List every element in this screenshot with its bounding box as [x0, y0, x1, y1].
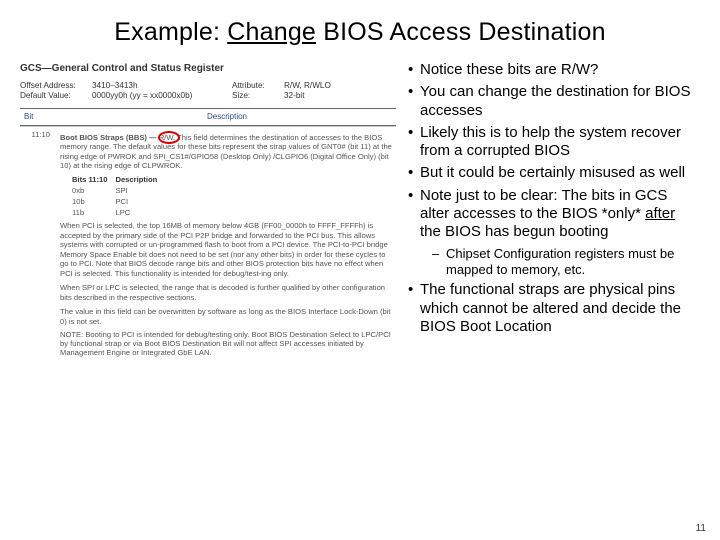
bullet-item: But it could be certainly misused as wel…: [406, 164, 700, 182]
mini-cell: 11b: [72, 208, 115, 219]
mini-cell: 0xb: [72, 186, 115, 197]
note-block: NOTE: Booting to PCI is intended for deb…: [60, 331, 392, 357]
bbs-label: Boot BIOS Straps (BBS) —: [60, 133, 159, 142]
mini-cell: PCI: [115, 197, 165, 208]
offset-value: 3410–3413h: [92, 81, 232, 90]
bullet-item: Notice these bits are R/W?: [406, 61, 700, 79]
register-spec: GCS—General Control and Status Register …: [20, 61, 396, 363]
bullet-item-note: Note just to be clear: The bits in GCS a…: [406, 187, 700, 278]
title-underlined: Change: [227, 18, 316, 46]
mini-th-bits: Bits 11:10: [72, 175, 115, 186]
pci-paragraph: When PCI is selected, the top 16MB of me…: [60, 221, 392, 278]
attr-row: Default Value: 0000yy0h (yy = xx0000x0b)…: [20, 91, 396, 100]
note-pre: Note just to be clear: The bits in GCS a…: [420, 187, 667, 222]
sub-bullet-list: Chipset Configuration registers must be …: [420, 246, 700, 278]
size-value: 32-bit: [284, 91, 304, 100]
override-paragraph: The value in this field can be overwritt…: [60, 307, 392, 326]
offset-label: Offset Address:: [20, 81, 92, 90]
sub-bullet-item: Chipset Configuration registers must be …: [420, 246, 700, 278]
default-label: Default Value:: [20, 91, 92, 100]
bbs-rw: R/W.: [159, 133, 175, 142]
table-header: Bit Description: [20, 109, 396, 125]
bullet-item: Likely this is to help the system recove…: [406, 124, 700, 161]
note-text: Booting to PCI is intended for debug/tes…: [60, 330, 391, 356]
bullet-item: The functional straps are physical pins …: [406, 281, 700, 336]
mini-cell: LPC: [115, 208, 165, 219]
bullet-column: Notice these bits are R/W? You can chang…: [406, 61, 700, 363]
slide-title: Example: Change BIOS Access Destination: [20, 18, 700, 47]
attr-row: Offset Address: 3410–3413h Attribute: R/…: [20, 81, 396, 90]
register-table: Bit Description 11:10 Boot BIOS Straps (…: [20, 108, 396, 363]
mini-cell: 10b: [72, 197, 115, 208]
size-label: Size:: [232, 91, 284, 100]
note-post: the BIOS has begun booting: [420, 223, 608, 240]
mini-th-desc: Description: [115, 175, 165, 186]
attribute-value: R/W, R/WLO: [284, 81, 331, 90]
bbs-paragraph: Boot BIOS Straps (BBS) — R/W. This field…: [60, 133, 392, 171]
attribute-label: Attribute:: [232, 81, 284, 90]
bullet-item: You can change the destination for BIOS …: [406, 83, 700, 120]
encoding-table: Bits 11:10Description 0xbSPI 10bPCI 11bL…: [72, 175, 165, 218]
table-row: 11:10 Boot BIOS Straps (BBS) — R/W. This…: [20, 126, 396, 364]
th-bit: Bit: [20, 109, 58, 124]
note-label: NOTE:: [60, 330, 83, 339]
title-post: BIOS Access Destination: [316, 18, 606, 46]
default-value: 0000yy0h (yy = xx0000x0b): [92, 91, 232, 100]
title-pre: Example:: [114, 18, 227, 46]
bit-number: 11:10: [20, 127, 52, 364]
mini-cell: SPI: [115, 186, 165, 197]
th-desc: Description: [58, 109, 396, 124]
bit-description: Boot BIOS Straps (BBS) — R/W. This field…: [52, 127, 396, 364]
bullet-list: Notice these bits are R/W? You can chang…: [406, 61, 700, 336]
note-underlined: after: [645, 205, 675, 222]
page-number: 11: [696, 523, 706, 534]
gcs-heading: GCS—General Control and Status Register: [20, 63, 396, 75]
spi-paragraph: When SPI or LPC is selected, the range t…: [60, 283, 392, 302]
